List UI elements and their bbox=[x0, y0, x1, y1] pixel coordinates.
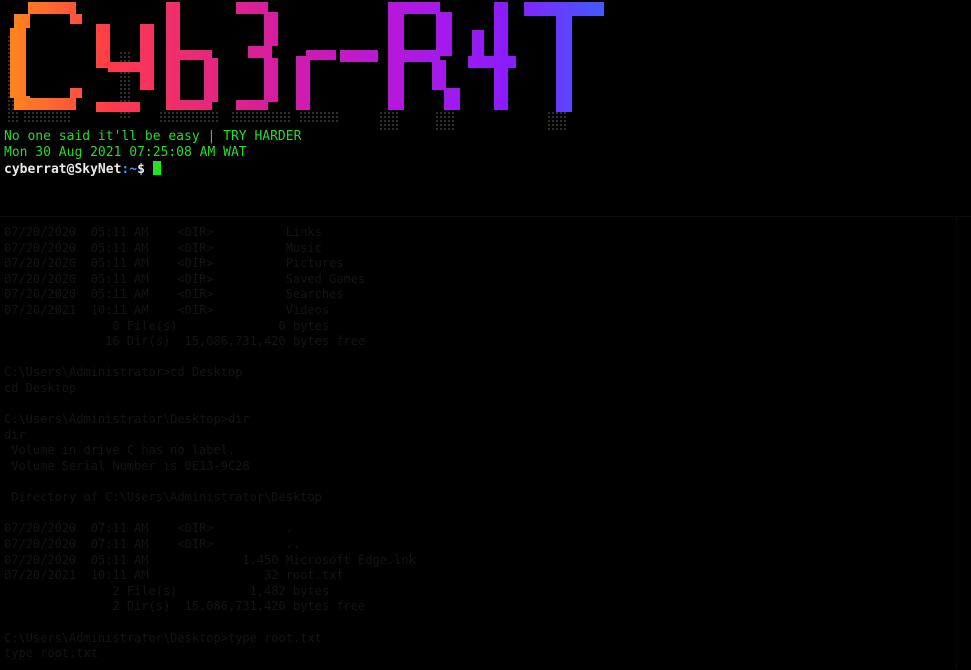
background-output-line: 16 Dir(s) 15,086,731,420 bytes free bbox=[4, 334, 366, 349]
prompt-symbol: $ bbox=[137, 162, 153, 177]
background-output-line: 07/20/2020 05:11 AM <DIR> Pictures bbox=[4, 256, 344, 271]
background-output-line: type root.txt bbox=[4, 646, 98, 661]
background-terminal-output: 07/20/2020 05:11 AM <DIR> Links 07/20/202… bbox=[0, 216, 971, 670]
background-output-line: 07/20/2020 05:11 AM <DIR> Searches bbox=[4, 287, 344, 302]
shell-prompt[interactable]: cyberrat@SkyNet:~$ bbox=[4, 161, 161, 178]
background-output-line: 07/20/2020 05:11 AM 1,450 Microsoft Edge… bbox=[4, 552, 416, 567]
background-output-line: 0 File(s) 0 bytes bbox=[4, 318, 330, 333]
prompt-user-host: cyberrat@SkyNet bbox=[4, 162, 122, 177]
background-output-line: 07/20/2020 05:11 AM <DIR> Saved Games bbox=[4, 271, 366, 286]
background-output-line: dir bbox=[4, 427, 26, 442]
background-scrollbar[interactable] bbox=[956, 216, 971, 669]
background-output-line: 07/20/2021 10:11 AM 32 root.txt bbox=[4, 568, 344, 583]
banner-tagline: No one said it'll be easy | TRY HARDER bbox=[4, 129, 302, 144]
background-output-line: Volume Serial Number is 0E13-9C28 bbox=[4, 459, 250, 473]
background-output-line: 07/20/2020 05:11 AM <DIR> Links bbox=[4, 225, 322, 239]
current-datetime: Mon 30 Aug 2021 07:25:08 AM WAT bbox=[4, 145, 247, 160]
background-output-line: C:\Users\Administrator\Desktop>type root… bbox=[4, 630, 322, 645]
cyber-rat-ascii-banner bbox=[6, 2, 604, 130]
prompt-cwd: ~ bbox=[129, 162, 138, 177]
background-output-line: C:\Users\Administrator>cd Desktop bbox=[4, 365, 243, 380]
background-output-line: 07/20/2020 07:11 AM <DIR> . bbox=[4, 521, 293, 536]
background-output-line: 07/20/2020 05:11 AM <DIR> Music bbox=[4, 240, 322, 255]
background-output-line: 2 Dir(s) 15,086,731,420 bytes free bbox=[4, 599, 366, 614]
background-output-line: 2 File(s) 1,482 bytes bbox=[4, 583, 330, 598]
background-output-line: cd Desktop bbox=[4, 381, 77, 395]
background-output-line: 07/20/2021 10:11 AM <DIR> Videos bbox=[4, 303, 330, 317]
background-output-line: Directory of C:\Users\Administrator\Desk… bbox=[4, 490, 322, 505]
background-output-line: C:\Users\Administrator\Desktop>dir bbox=[4, 412, 250, 427]
background-output-line: 07/20/2020 07:11 AM <DIR> .. bbox=[4, 537, 301, 551]
background-output-line: Volume in drive C has no label. bbox=[4, 443, 236, 458]
terminal-cursor bbox=[152, 161, 161, 175]
